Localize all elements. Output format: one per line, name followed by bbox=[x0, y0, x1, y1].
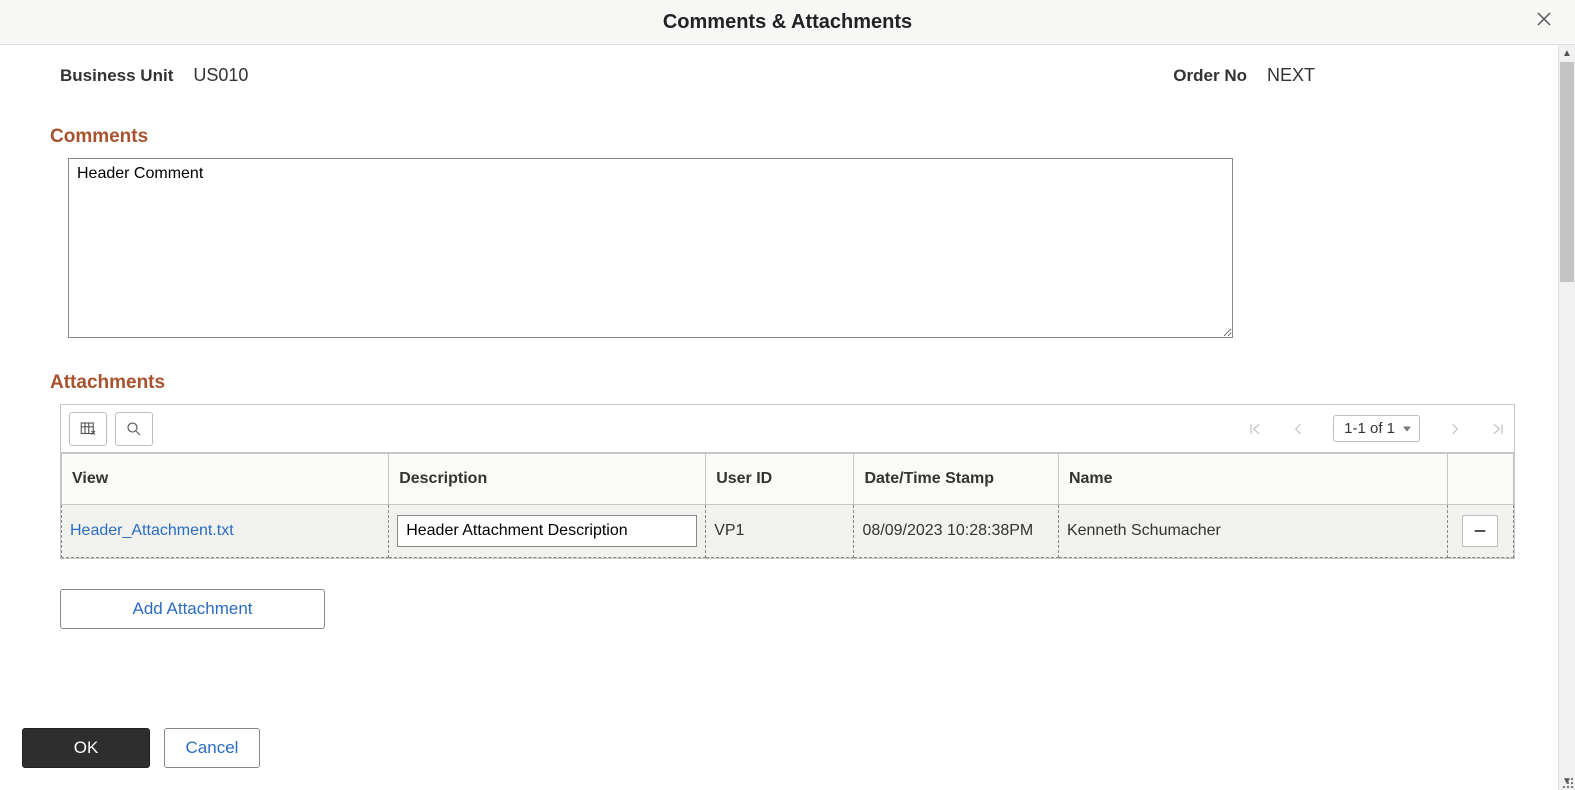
modal-header: Comments & Attachments bbox=[0, 0, 1575, 45]
add-attachment-button[interactable]: Add Attachment bbox=[60, 589, 325, 629]
info-row: Business Unit US010 Order No NEXT bbox=[60, 65, 1515, 86]
table-header-row: View Description User ID Date/Time Stamp… bbox=[62, 454, 1514, 505]
row-range-select[interactable]: 1-1 of 1 bbox=[1333, 415, 1420, 442]
col-header-name[interactable]: Name bbox=[1058, 454, 1447, 505]
table-row: Header_Attachment.txt VP1 08/09/2023 10:… bbox=[62, 505, 1514, 558]
next-page-icon[interactable] bbox=[1448, 422, 1462, 436]
col-header-description[interactable]: Description bbox=[389, 454, 706, 505]
last-page-icon[interactable] bbox=[1490, 421, 1506, 437]
vertical-scrollbar[interactable]: ▲ ▼ bbox=[1558, 45, 1575, 790]
scroll-up-icon[interactable]: ▲ bbox=[1559, 45, 1575, 62]
attachments-table: View Description User ID Date/Time Stamp… bbox=[61, 453, 1514, 558]
page-title: Comments & Attachments bbox=[663, 11, 912, 34]
col-header-user-id[interactable]: User ID bbox=[706, 454, 854, 505]
description-input[interactable] bbox=[397, 515, 697, 547]
resize-grip-icon[interactable] bbox=[1563, 778, 1573, 788]
close-icon[interactable] bbox=[1535, 10, 1553, 34]
grid-action-icon[interactable] bbox=[69, 412, 107, 446]
business-unit-label: Business Unit bbox=[60, 66, 173, 86]
footer-buttons: OK Cancel bbox=[22, 728, 260, 768]
col-header-datetime[interactable]: Date/Time Stamp bbox=[854, 454, 1059, 505]
prev-page-icon[interactable] bbox=[1291, 422, 1305, 436]
grid-pagination: 1-1 of 1 bbox=[1247, 415, 1506, 442]
comments-textarea[interactable] bbox=[68, 158, 1233, 338]
delete-row-button[interactable] bbox=[1462, 515, 1498, 547]
attachments-grid: 1-1 of 1 View Description User ID Date/T… bbox=[60, 404, 1515, 559]
grid-toolbar: 1-1 of 1 bbox=[61, 405, 1514, 453]
search-icon[interactable] bbox=[115, 412, 153, 446]
comments-heading: Comments bbox=[50, 126, 1515, 148]
attachments-heading: Attachments bbox=[50, 372, 1515, 394]
cancel-button[interactable]: Cancel bbox=[164, 728, 260, 768]
name-cell: Kenneth Schumacher bbox=[1058, 505, 1447, 558]
first-page-icon[interactable] bbox=[1247, 421, 1263, 437]
order-no-value: NEXT bbox=[1267, 65, 1315, 86]
attachment-link[interactable]: Header_Attachment.txt bbox=[70, 522, 234, 539]
user-id-cell: VP1 bbox=[706, 505, 854, 558]
datetime-cell: 08/09/2023 10:28:38PM bbox=[854, 505, 1059, 558]
scrollbar-thumb[interactable] bbox=[1560, 62, 1574, 282]
col-header-view[interactable]: View bbox=[62, 454, 389, 505]
order-no-label: Order No bbox=[1173, 66, 1247, 86]
business-unit-value: US010 bbox=[193, 65, 248, 86]
ok-button[interactable]: OK bbox=[22, 728, 150, 768]
content-area: Business Unit US010 Order No NEXT Commen… bbox=[0, 45, 1575, 649]
col-header-delete bbox=[1447, 454, 1513, 505]
